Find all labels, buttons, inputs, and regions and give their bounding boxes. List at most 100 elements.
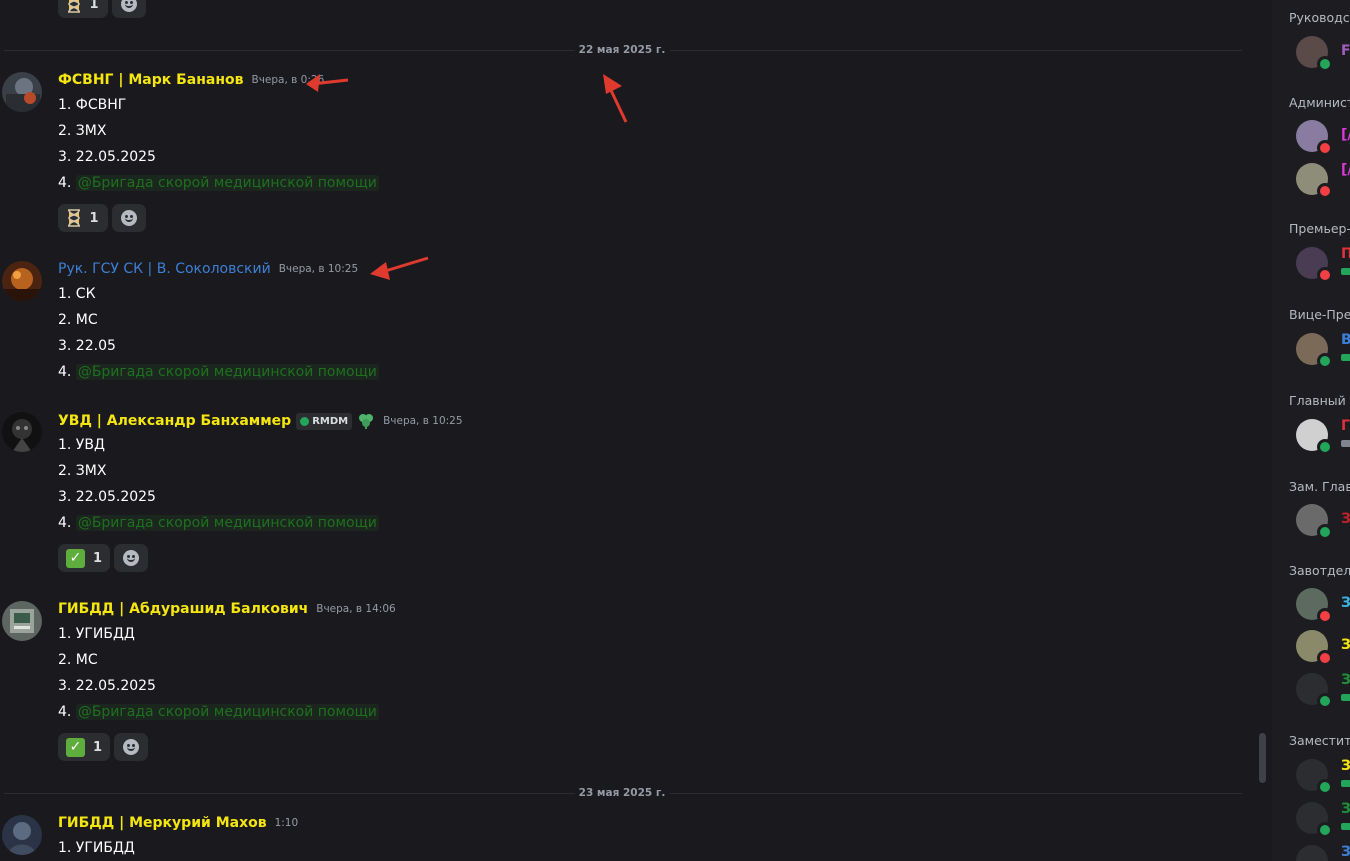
- smiley-icon: [121, 0, 137, 12]
- member-name[interactable]: [/: [1341, 162, 1350, 178]
- message-header: УВД | Александр Банхаммер RMDM Вчера, в …: [58, 412, 463, 430]
- online-status-icon: [1317, 693, 1333, 709]
- member-avatar[interactable]: [1296, 845, 1328, 861]
- smiley-icon: [121, 210, 137, 226]
- message-line: 3. 22.05.2025: [58, 149, 156, 165]
- message-line-prefix: 4.: [58, 515, 76, 531]
- message-line: 2. ЗМХ: [58, 123, 107, 139]
- reaction-count: 1: [93, 550, 103, 566]
- avatar[interactable]: [2, 815, 42, 855]
- chat-messages-area: 1 22 мая 2025 г. ФСВНГ | Марк Бананов Вч…: [0, 0, 1256, 861]
- game-controller-icon: [1341, 440, 1350, 447]
- smiley-icon: [123, 550, 140, 566]
- message-header: ГИБДД | Меркурий Махов 1:10: [58, 815, 298, 831]
- message-line: 1. СК: [58, 286, 96, 302]
- member-section-title: Заместите: [1289, 733, 1350, 748]
- online-status-icon: [1317, 439, 1333, 455]
- member-section-title: Главный I: [1289, 393, 1350, 408]
- author-name[interactable]: Рук. ГСУ СК | В. Соколовский: [58, 261, 271, 277]
- member-section-title: Админист: [1289, 95, 1350, 110]
- hourglass-icon: [68, 209, 81, 227]
- reaction-bar: 1: [58, 204, 146, 232]
- message-line-prefix: 4.: [58, 364, 76, 380]
- member-name[interactable]: З: [1341, 637, 1350, 653]
- reaction-check[interactable]: ✓ 1: [58, 733, 111, 761]
- chat-scrollbar[interactable]: [1256, 0, 1270, 861]
- author-name[interactable]: УВД | Александр Банхаммер: [58, 413, 291, 429]
- avatar[interactable]: [2, 412, 42, 452]
- scrollbar-thumb[interactable]: [1259, 733, 1266, 783]
- author-name[interactable]: ГИБДД | Меркурий Махов: [58, 815, 267, 831]
- reaction-count: 1: [89, 210, 99, 226]
- member-name[interactable]: F: [1341, 43, 1350, 59]
- annotation-arrow-icon: [370, 256, 429, 280]
- server-tag-badge[interactable]: RMDM: [296, 412, 353, 430]
- tag-icon: [300, 416, 310, 426]
- role-mention[interactable]: @Бригада скорой медицинской помощи: [75, 704, 379, 720]
- message-line: 4. @Бригада скорой медицинской помощи: [58, 704, 379, 720]
- message-line: 2. МС: [58, 312, 98, 328]
- member-name[interactable]: З: [1341, 511, 1350, 527]
- avatar[interactable]: [2, 72, 42, 112]
- online-status-icon: [1317, 353, 1333, 369]
- reaction-bar: ✓ 1: [58, 733, 149, 761]
- member-section-title: Завотдело: [1289, 563, 1350, 578]
- avatar[interactable]: [2, 261, 42, 301]
- add-reaction-button[interactable]: [114, 733, 149, 761]
- member-name[interactable]: Г: [1341, 418, 1350, 434]
- member-name[interactable]: З: [1341, 672, 1350, 688]
- add-reaction-button[interactable]: [112, 204, 146, 232]
- author-name[interactable]: ФСВНГ | Марк Бананов: [58, 72, 244, 88]
- role-mention[interactable]: @Бригада скорой медицинской помощи: [75, 364, 379, 380]
- message-line: 4. @Бригада скорой медицинской помощи: [58, 515, 379, 531]
- member-name[interactable]: П: [1341, 246, 1350, 262]
- member-section-title: Премьер-: [1289, 221, 1350, 236]
- member-name[interactable]: З: [1341, 844, 1350, 860]
- author-name[interactable]: ГИБДД | Абдурашид Балкович: [58, 601, 308, 617]
- member-section-title: Зам. Глав: [1289, 479, 1350, 494]
- smiley-icon: [123, 739, 140, 755]
- avatar[interactable]: [2, 601, 42, 641]
- message-line: 3. 22.05.2025: [58, 489, 156, 505]
- annotation-arrow-icon: [306, 74, 349, 92]
- date-divider-label: 23 мая 2025 г.: [574, 787, 670, 799]
- timestamp[interactable]: Вчера, в 10:25: [383, 415, 462, 427]
- reaction-check[interactable]: ✓ 1: [58, 544, 111, 572]
- reaction-hourglass[interactable]: 1: [58, 204, 108, 232]
- dnd-status-icon: [1317, 650, 1333, 666]
- message-line: 1. УВД: [58, 437, 105, 453]
- message-line: 2. МС: [58, 652, 98, 668]
- dnd-status-icon: [1317, 608, 1333, 624]
- role-mention[interactable]: @Бригада скорой медицинской помощи: [75, 175, 379, 191]
- member-list: Руководст F Админист [/ [/ Премьер- П Ви…: [1272, 0, 1350, 861]
- timestamp[interactable]: Вчера, в 14:06: [316, 603, 395, 615]
- hourglass-icon: [68, 0, 81, 13]
- clover-badge-icon[interactable]: [357, 412, 375, 430]
- message-line: 4. @Бригада скорой медицинской помощи: [58, 364, 379, 380]
- date-divider-label: 22 мая 2025 г.: [574, 44, 670, 56]
- message-line-prefix: 4.: [58, 704, 76, 720]
- member-name[interactable]: В: [1341, 332, 1350, 348]
- online-status-icon: [1317, 779, 1333, 795]
- server-tag-label: RMDM: [312, 415, 349, 427]
- member-name[interactable]: З: [1341, 595, 1350, 611]
- role-mention[interactable]: @Бригада скорой медицинской помощи: [75, 515, 379, 531]
- game-controller-icon: [1341, 354, 1350, 361]
- message-line: 3. 22.05: [58, 338, 116, 354]
- add-reaction-button[interactable]: [112, 0, 146, 18]
- reaction-bar: ✓ 1: [58, 544, 149, 572]
- member-name[interactable]: [/: [1341, 127, 1350, 143]
- member-name[interactable]: З: [1341, 758, 1350, 774]
- timestamp[interactable]: Вчера, в 10:25: [279, 263, 358, 275]
- add-reaction-button[interactable]: [114, 544, 149, 572]
- message-line: 4. @Бригада скорой медицинской помощи: [58, 175, 379, 191]
- online-status-icon: [1317, 822, 1333, 838]
- game-controller-icon: [1341, 694, 1350, 701]
- message-header: Рук. ГСУ СК | В. Соколовский Вчера, в 10…: [58, 261, 358, 277]
- timestamp[interactable]: 1:10: [275, 817, 299, 829]
- game-controller-icon: [1341, 268, 1350, 275]
- reaction-hourglass[interactable]: 1: [58, 0, 108, 18]
- member-name[interactable]: З: [1341, 801, 1350, 817]
- online-status-icon: [1317, 524, 1333, 540]
- online-status-icon: [1317, 56, 1333, 72]
